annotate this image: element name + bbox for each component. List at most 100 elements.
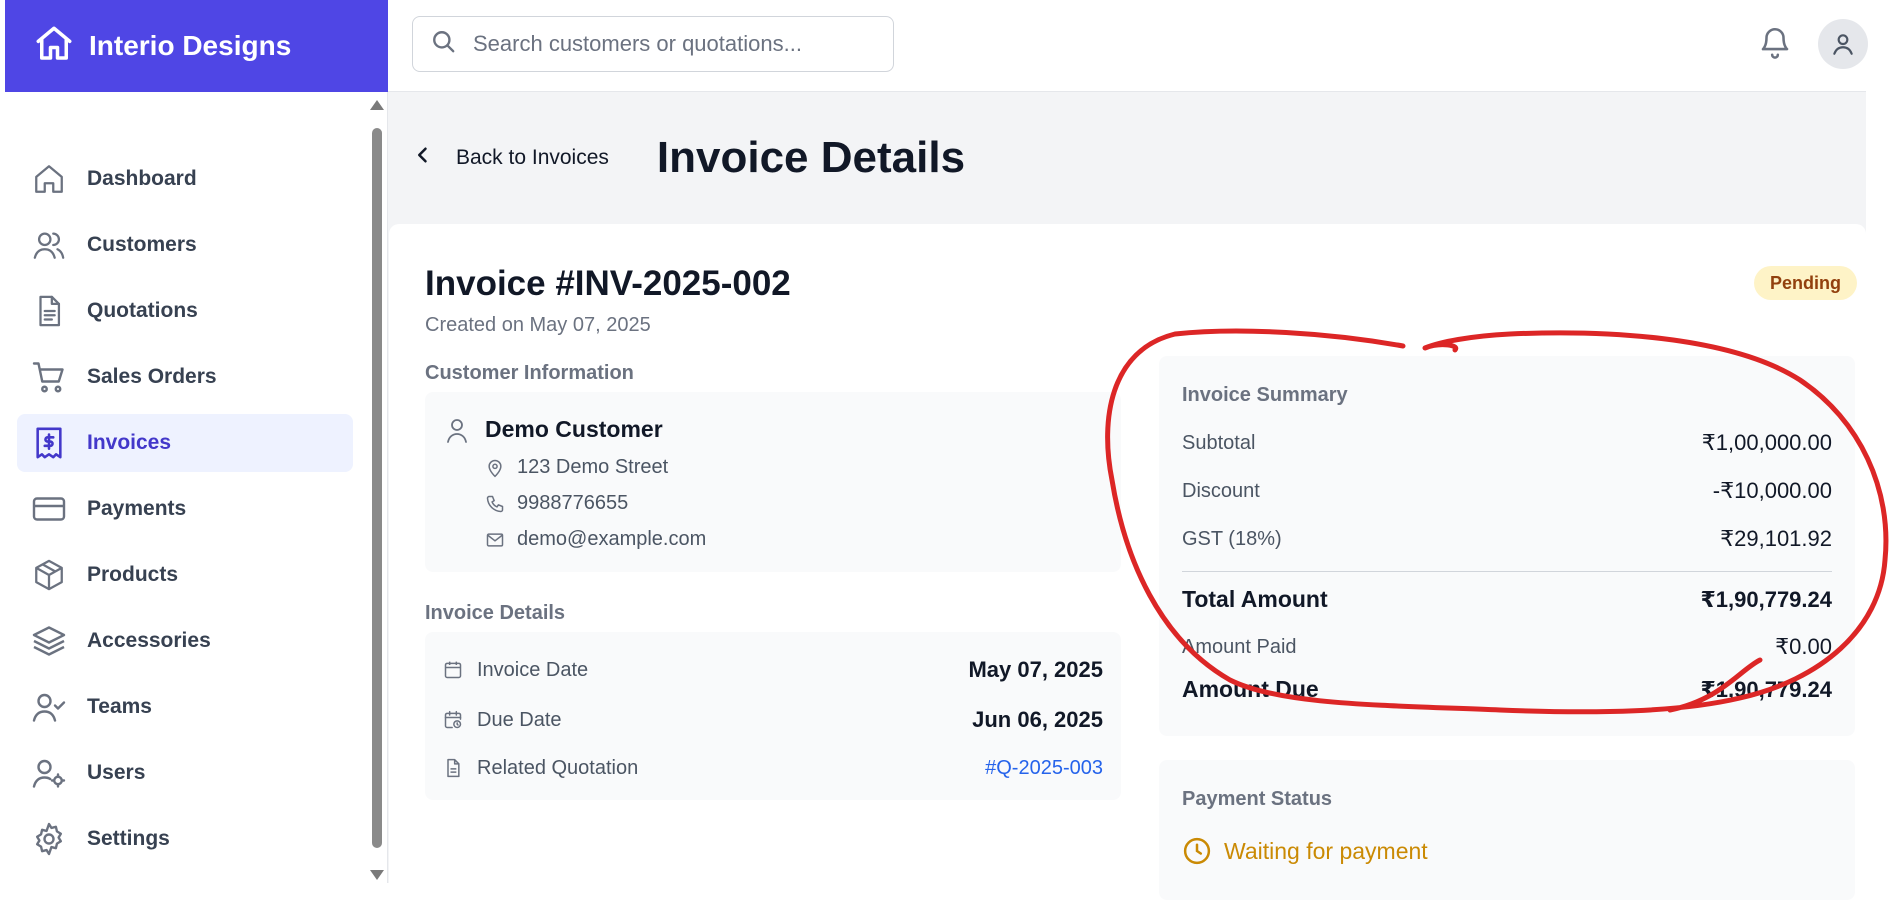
gst-label: GST (18%)	[1182, 527, 1282, 550]
discount-row: Discount -₹10,000.00	[1182, 478, 1832, 504]
sidebar-item-customers[interactable]: Customers	[17, 216, 353, 274]
invoice-date-label: Invoice Date	[477, 658, 589, 681]
invoice-card: Invoice #INV-2025-002 Created on May 07,…	[389, 224, 1866, 900]
gst-value: ₹29,101.92	[1720, 526, 1832, 551]
user-gear-icon	[31, 755, 67, 791]
payment-waiting-status: Waiting for payment	[1182, 836, 1428, 866]
sidebar-item-products[interactable]: Products	[17, 546, 353, 604]
customer-phone: 9988776655	[485, 492, 628, 515]
customer-section-label: Customer Information	[425, 362, 634, 384]
sidebar-item-quotations[interactable]: Quotations	[17, 282, 353, 340]
due-date-value: Jun 06, 2025	[972, 707, 1103, 732]
scroll-up-arrow-icon[interactable]	[370, 100, 384, 110]
users-icon	[31, 227, 67, 263]
brand-name: Interio Designs	[89, 30, 292, 61]
sidebar-item-label: Invoices	[87, 431, 172, 454]
summary-title: Invoice Summary	[1182, 384, 1348, 406]
related-quotation-row: Related Quotation #Q-2025-003	[443, 748, 1103, 788]
sidebar-item-label: Users	[87, 761, 146, 784]
main-content: Back to Invoices Invoice Details Invoice…	[388, 92, 1866, 900]
due-date-row: Due Date Jun 06, 2025	[443, 700, 1103, 740]
document-icon	[31, 293, 67, 329]
sidebar: Dashboard Customers Quotations Sales Ord…	[5, 92, 388, 883]
scroll-down-arrow-icon[interactable]	[370, 870, 384, 880]
paid-value: ₹0.00	[1775, 634, 1832, 659]
subtotal-label: Subtotal	[1182, 431, 1256, 454]
gst-row: GST (18%) ₹29,101.92	[1182, 526, 1832, 552]
home-logo-icon	[33, 23, 75, 70]
sidebar-item-sales-orders[interactable]: Sales Orders	[17, 348, 353, 406]
notification-bell-icon[interactable]	[1758, 22, 1792, 67]
sidebar-item-label: Quotations	[87, 299, 198, 322]
payment-status-box: Payment Status Waiting for payment	[1159, 760, 1855, 900]
search-input[interactable]	[471, 30, 871, 58]
status-badge: Pending	[1754, 266, 1857, 300]
invoice-date-value: May 07, 2025	[968, 657, 1103, 682]
calendar-icon	[443, 660, 463, 680]
brand-logo[interactable]: Interio Designs	[5, 0, 388, 92]
customer-phone-text: 9988776655	[517, 492, 629, 514]
customer-email: demo@example.com	[485, 528, 706, 551]
search-icon	[431, 29, 457, 60]
payment-status-title: Payment Status	[1182, 788, 1333, 810]
page-title: Invoice Details	[656, 133, 966, 182]
document-icon	[443, 758, 463, 778]
total-value: ₹1,90,779.24	[1700, 586, 1832, 612]
credit-card-icon	[31, 491, 67, 527]
sidebar-item-label: Customers	[87, 233, 197, 256]
top-bar	[388, 0, 1868, 92]
clock-icon	[1182, 836, 1212, 866]
cart-icon	[31, 359, 67, 395]
related-quotation-label: Related Quotation	[477, 756, 639, 779]
total-row: Total Amount ₹1,90,779.24	[1182, 586, 1832, 613]
paid-row: Amount Paid ₹0.00	[1182, 634, 1832, 660]
total-label: Total Amount	[1182, 586, 1328, 612]
sidebar-item-dashboard[interactable]: Dashboard	[17, 150, 353, 208]
invoice-date-row: Invoice Date May 07, 2025	[443, 650, 1103, 690]
customer-address-text: 123 Demo Street	[517, 456, 669, 478]
user-avatar[interactable]	[1818, 19, 1868, 69]
home-icon	[31, 161, 67, 197]
scrollbar-thumb[interactable]	[372, 128, 382, 848]
search-box[interactable]	[412, 16, 894, 72]
sidebar-nav: Dashboard Customers Quotations Sales Ord…	[17, 150, 353, 876]
due-row: Amount Due ₹1,90,779.24	[1182, 676, 1832, 703]
invoice-title: Invoice #INV-2025-002	[425, 264, 791, 303]
customer-name: Demo Customer	[485, 416, 663, 442]
details-section-label: Invoice Details	[425, 602, 566, 624]
due-value: ₹1,90,779.24	[1700, 676, 1832, 702]
related-quotation-link[interactable]: #Q-2025-003	[985, 757, 1103, 780]
page-header: Back to Invoices Invoice Details	[388, 92, 1866, 224]
discount-value: -₹10,000.00	[1712, 478, 1832, 503]
sidebar-item-payments[interactable]: Payments	[17, 480, 353, 538]
sidebar-item-teams[interactable]: Teams	[17, 678, 353, 736]
back-label: Back to Invoices	[456, 146, 609, 169]
user-check-icon	[31, 689, 67, 725]
sidebar-item-label: Settings	[87, 827, 170, 850]
sidebar-item-label: Products	[87, 563, 179, 586]
user-icon	[445, 416, 469, 449]
invoice-summary-box: Invoice Summary Subtotal ₹1,00,000.00 Di…	[1159, 356, 1855, 736]
map-pin-icon	[485, 458, 507, 478]
subtotal-row: Subtotal ₹1,00,000.00	[1182, 430, 1832, 456]
sidebar-item-label: Dashboard	[87, 167, 197, 190]
box-icon	[31, 557, 67, 593]
customer-info-box: Demo Customer 123 Demo Street 9988776655…	[425, 392, 1121, 572]
sidebar-item-accessories[interactable]: Accessories	[17, 612, 353, 670]
invoice-details-box: Invoice Date May 07, 2025 Due Date Jun 0…	[425, 632, 1121, 800]
chevron-left-icon	[416, 145, 430, 171]
layers-icon	[31, 623, 67, 659]
customer-email-text: demo@example.com	[517, 528, 707, 550]
summary-divider	[1182, 571, 1832, 572]
sidebar-item-settings[interactable]: Settings	[17, 810, 353, 868]
due-label: Amount Due	[1182, 676, 1319, 702]
sidebar-item-label: Accessories	[87, 629, 211, 652]
sidebar-item-invoices[interactable]: Invoices	[17, 414, 353, 472]
sidebar-scrollbar[interactable]	[369, 100, 385, 880]
sidebar-item-label: Payments	[87, 497, 187, 520]
subtotal-value: ₹1,00,000.00	[1701, 430, 1832, 455]
back-to-invoices-link[interactable]: Back to Invoices	[416, 145, 609, 171]
sidebar-item-label: Teams	[87, 695, 152, 718]
gear-icon	[31, 821, 67, 857]
sidebar-item-users[interactable]: Users	[17, 744, 353, 802]
